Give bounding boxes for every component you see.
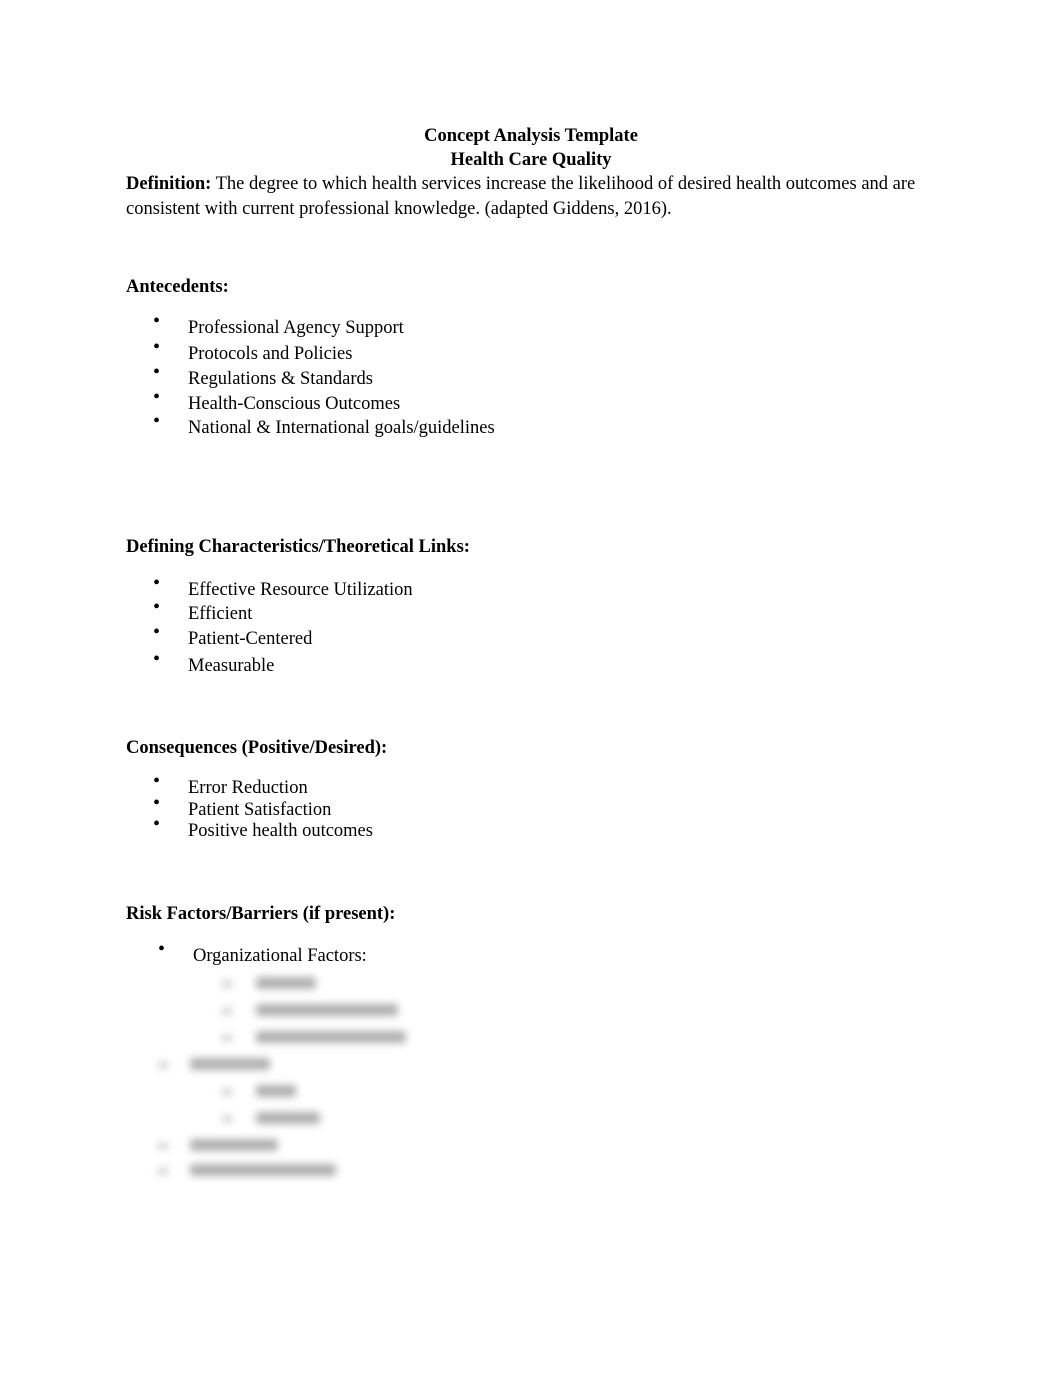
blurred-marker	[158, 1168, 168, 1174]
blurred-marker	[222, 1008, 232, 1014]
blurred-text-line	[256, 1031, 406, 1043]
blurred-text-line	[256, 1004, 398, 1016]
blurred-marker	[222, 1035, 232, 1041]
blurred-marker	[222, 981, 232, 987]
blurred-text-line	[190, 1139, 278, 1151]
blurred-text-line	[256, 977, 316, 989]
blurred-marker	[222, 1089, 232, 1095]
blurred-text-line	[256, 1085, 296, 1097]
blurred-content-overlay	[0, 0, 1062, 1377]
blurred-text-line	[190, 1058, 270, 1070]
blurred-marker	[158, 1143, 168, 1149]
document-page: Concept Analysis Template Health Care Qu…	[0, 0, 1062, 1377]
blurred-marker	[158, 1062, 168, 1068]
blurred-text-line	[256, 1112, 320, 1124]
blurred-marker	[222, 1116, 232, 1122]
blurred-text-line	[190, 1164, 336, 1176]
